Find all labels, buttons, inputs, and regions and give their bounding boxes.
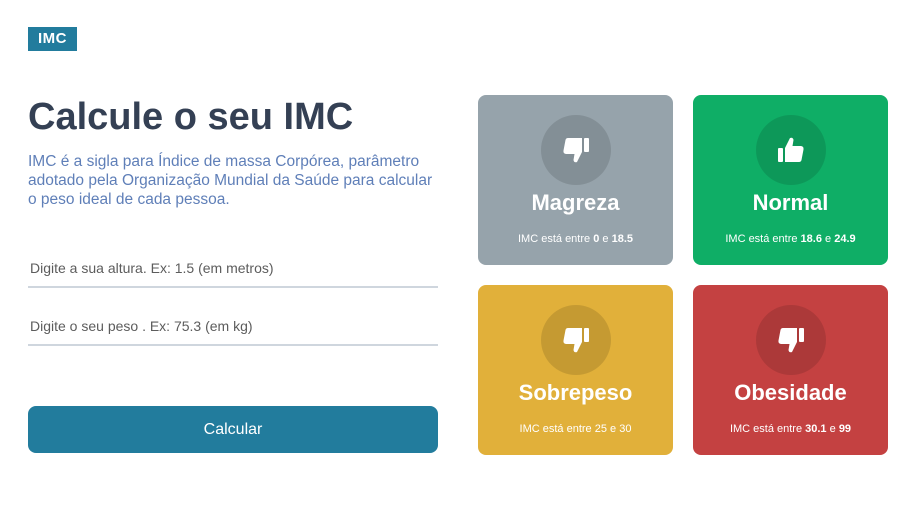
range-prefix: IMC está entre [725,233,798,245]
thumbs-down-icon-glyph [563,138,589,163]
range-min: 18.6 [800,233,822,245]
range-min: 30.1 [805,423,827,435]
imc-page: IMC Calcule o seu IMC IMC é a sigla para… [0,0,921,508]
card-title: Magreza [531,190,620,215]
card-range: IMC está entre 30.1 e 99 [693,422,888,436]
card-title: Sobrepeso [518,380,633,405]
height-input[interactable] [28,250,438,288]
page-description: IMC é a sigla para Índice de massa Corpó… [28,153,433,208]
category-card-normal[interactable]: Normal IMC está entre 18.6 e 24.9 [693,95,888,265]
calculate-button[interactable]: Calcular [28,406,438,453]
range-prefix: IMC está entre [519,423,592,435]
calculator-intro: Calcule o seu IMC IMC é a sigla para Índ… [28,94,438,209]
thumbs-down-icon-glyph [778,328,804,353]
range-min: 0 [593,233,600,245]
thumbs-up-icon-glyph [778,137,804,162]
card-range: IMC está entre 25 e 30 [478,422,673,436]
card-range: IMC está entre 0 e 18.5 [478,232,673,246]
range-connector: e [825,233,832,245]
category-card-magreza[interactable]: Magreza IMC está entre 0 e 18.5 [478,95,673,265]
category-card-obesidade[interactable]: Obesidade IMC está entre 30.1 e 99 [693,285,888,455]
thumbs-up-icon [756,115,826,185]
range-connector: e [602,233,609,245]
range-min: 25 [594,423,607,435]
card-title: Obesidade [734,380,847,405]
card-range: IMC está entre 18.6 e 24.9 [693,232,888,246]
imc-logo: IMC [28,27,77,51]
range-connector: e [610,423,617,435]
thumbs-down-icon [756,305,826,375]
range-max: 18.5 [611,233,633,245]
thumbs-down-icon [541,115,611,185]
range-max: 24.9 [834,233,856,245]
category-card-sobrepeso[interactable]: Sobrepeso IMC está entre 25 e 30 [478,285,673,455]
page-title: Calcule o seu IMC [28,96,354,138]
range-max: 99 [838,423,852,435]
range-max: 30 [619,423,632,435]
range-prefix: IMC está entre [729,423,803,435]
range-connector: e [829,423,836,435]
thumbs-down-icon [541,305,611,375]
card-title: Normal [752,190,829,215]
thumbs-down-icon-glyph [563,328,589,353]
range-prefix: IMC está entre [518,233,591,245]
weight-input[interactable] [28,308,438,346]
